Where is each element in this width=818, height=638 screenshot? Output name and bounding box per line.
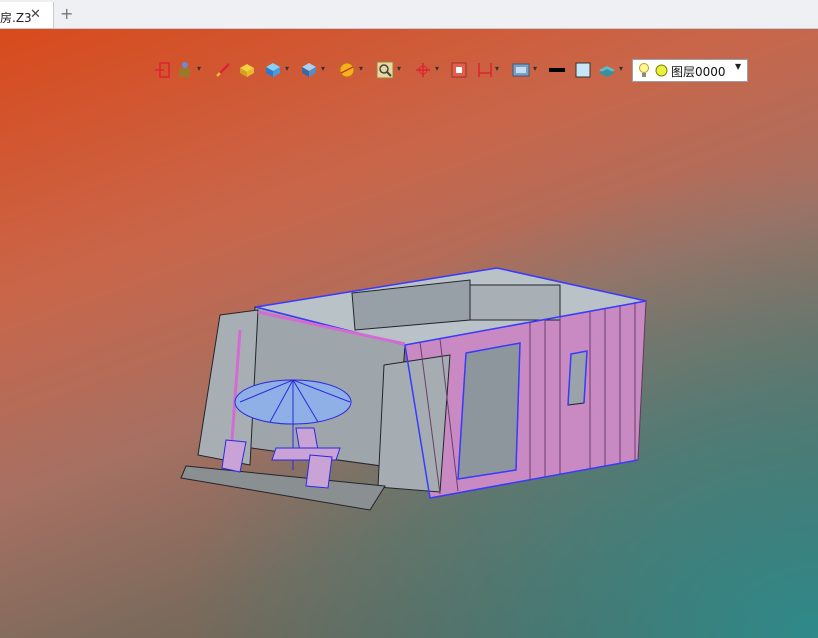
container-house-model: [180, 267, 647, 511]
chevron-down-icon[interactable]: ▾: [533, 64, 539, 74]
chevron-down-icon[interactable]: ▼: [735, 62, 741, 71]
fill-color-icon[interactable]: [574, 61, 592, 79]
layer-select[interactable]: 图层0000 ▼: [632, 59, 748, 82]
3d-viewport[interactable]: ▾ ▾ ▾ ▾ ▾ ▾ ▾ ▾ ▾ 图层0000 ▼: [0, 29, 818, 638]
layer-name: 图层0000: [671, 65, 726, 79]
cube-solid-icon[interactable]: [238, 61, 256, 79]
tab-title: 房.Z3: [0, 11, 32, 25]
pencil-icon[interactable]: [214, 61, 232, 79]
box-shaded-icon[interactable]: [264, 61, 282, 79]
chevron-down-icon[interactable]: ▾: [397, 64, 403, 74]
exit-sketch-icon[interactable]: [154, 61, 172, 79]
chevron-down-icon[interactable]: ▾: [619, 64, 625, 74]
plus-icon[interactable]: +: [60, 4, 73, 23]
section-icon[interactable]: [338, 61, 356, 79]
line-color-icon[interactable]: [548, 61, 566, 79]
chevron-down-icon[interactable]: ▾: [359, 64, 365, 74]
tab-bar: 房.Z3 ✕ +: [0, 0, 818, 29]
chevron-down-icon[interactable]: ▾: [495, 64, 501, 74]
dimension-icon[interactable]: [476, 61, 494, 79]
chevron-down-icon[interactable]: ▾: [321, 64, 327, 74]
bulb-icon[interactable]: [638, 63, 650, 78]
close-icon[interactable]: ✕: [30, 7, 41, 23]
axis-icon[interactable]: [414, 61, 432, 79]
view-cube-icon[interactable]: [300, 61, 318, 79]
layer-color-icon[interactable]: [655, 64, 668, 77]
document-tab[interactable]: 房.Z3 ✕: [0, 2, 54, 28]
zoom-icon[interactable]: [376, 61, 394, 79]
chevron-down-icon[interactable]: ▾: [435, 64, 441, 74]
paint-can-icon[interactable]: [176, 61, 194, 79]
stop-icon[interactable]: [450, 61, 468, 79]
display-mode-icon[interactable]: [512, 61, 530, 79]
layer-manager-icon[interactable]: [598, 61, 616, 79]
chevron-down-icon[interactable]: ▾: [285, 64, 291, 74]
chevron-down-icon[interactable]: ▾: [197, 64, 203, 74]
